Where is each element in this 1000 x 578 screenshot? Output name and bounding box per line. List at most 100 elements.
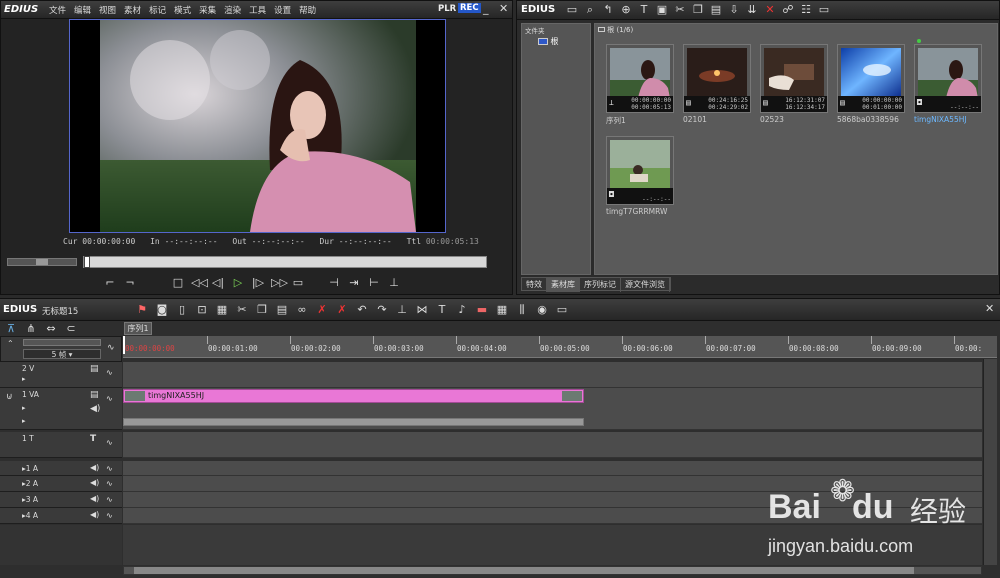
sync-icon[interactable]: ∿ <box>106 479 113 488</box>
menu-capture[interactable]: 采集 <box>199 4 216 16</box>
add-marker-icon[interactable]: ⊥ <box>395 303 409 317</box>
audio-toggle-icon[interactable]: ◀) <box>90 510 99 519</box>
insert-timeline-icon[interactable]: ⇊ <box>745 3 759 17</box>
title-toggle-icon[interactable]: T <box>90 434 96 444</box>
render-icon[interactable]: ▬ <box>475 303 489 317</box>
up-folder-icon[interactable]: ↰ <box>601 3 615 17</box>
menu-help[interactable]: 帮助 <box>299 4 316 16</box>
menu-tools[interactable]: 工具 <box>249 4 266 16</box>
undo-icon[interactable]: ↶ <box>355 303 369 317</box>
plr-button[interactable]: PLR <box>438 4 456 14</box>
sync-icon[interactable]: ∿ <box>106 394 113 403</box>
new-sequence-icon[interactable]: ▯ <box>175 303 189 317</box>
tab-library[interactable]: 素材库 <box>547 278 580 292</box>
track-header-a2[interactable]: ▸2 A ◀) ∿ <box>0 476 122 492</box>
folder-root[interactable]: 根 <box>538 36 590 47</box>
track-header-a4[interactable]: ▸4 A ◀) ∿ <box>0 508 122 524</box>
audio-toggle-icon[interactable]: ◀) <box>90 478 99 487</box>
mixer-icon[interactable]: ⫼ <box>515 303 529 317</box>
audio-toggle-icon[interactable]: ◀) <box>90 463 99 472</box>
cut-icon[interactable]: ✂ <box>235 303 249 317</box>
zoom-slider[interactable] <box>23 339 101 346</box>
audio-toggle-icon[interactable]: ◀) <box>90 404 100 414</box>
menu-settings[interactable]: 设置 <box>274 4 291 16</box>
timeline-clip[interactable]: timgNIXA55HJ <box>123 389 584 403</box>
monitor-icon[interactable]: ▣ <box>655 3 669 17</box>
sync-icon[interactable]: ⇔ <box>44 322 58 336</box>
sync-icon[interactable]: ∿ <box>106 511 113 520</box>
track-lane-t1[interactable] <box>123 432 982 458</box>
fast-forward-icon[interactable]: ▷▷ <box>271 276 288 290</box>
tab-sequence-markers[interactable]: 序列标记 <box>580 278 621 292</box>
track-header-a1[interactable]: ▸1 A ◀) ∿ <box>0 461 122 476</box>
shuttle-slider[interactable] <box>7 258 77 266</box>
collapse-icon[interactable]: ⌃ <box>7 339 14 348</box>
track-arrow-icon[interactable]: ▸ <box>22 404 26 412</box>
clip-thumbnail[interactable]: ▤ 00:24:16:25 00:24:29:02 <box>683 44 751 113</box>
track-header-va1[interactable]: ⊍ 1 VA ▸ ▸ ▤ ◀) ∿ <box>0 388 122 430</box>
paste-icon[interactable]: ▤ <box>709 3 723 17</box>
ripple-delete-icon[interactable]: ✗ <box>335 303 349 317</box>
camera-icon[interactable]: ◙ <box>155 303 169 317</box>
overwrite-icon[interactable]: ⇥ <box>347 276 361 290</box>
menu-file[interactable]: 文件 <box>49 4 66 16</box>
sync-icon[interactable]: ∿ <box>106 438 113 447</box>
track-arrow-icon[interactable]: ▸ <box>22 375 26 383</box>
mic-icon[interactable]: ♪ <box>455 303 469 317</box>
mode-icon[interactable]: ⚑ <box>135 303 149 317</box>
save-icon[interactable]: ▦ <box>215 303 229 317</box>
minimize-icon[interactable]: _ <box>483 2 489 15</box>
link-icon[interactable]: ∞ <box>295 303 309 317</box>
layout-icon[interactable]: ▭ <box>555 303 569 317</box>
properties-icon[interactable]: ☍ <box>781 3 795 17</box>
folder-icon[interactable]: ▭ <box>565 3 579 17</box>
set-in-icon[interactable]: ⌐ <box>103 276 117 290</box>
menu-marker[interactable]: 标记 <box>149 4 166 16</box>
sync-icon[interactable]: ∿ <box>106 368 113 377</box>
menu-edit[interactable]: 编辑 <box>74 4 91 16</box>
track-header-a3[interactable]: ▸3 A ◀) ∿ <box>0 492 122 508</box>
track-lane-va1[interactable]: timgNIXA55HJ <box>123 388 982 430</box>
clip-thumbnail[interactable]: ⊥ 00:00:00:00 00:00:05:13 <box>606 44 674 113</box>
snap-icon[interactable]: ∿ <box>107 343 115 353</box>
track-arrow-icon[interactable]: ▸ <box>22 417 26 425</box>
menu-clip[interactable]: 素材 <box>124 4 141 16</box>
grid-icon[interactable]: ▦ <box>495 303 509 317</box>
stop-icon[interactable]: □ <box>171 276 185 290</box>
clip-thumbnail[interactable]: ◘ --:--:-- <box>914 39 982 113</box>
track-header-t1[interactable]: 1 T T ∿ <box>0 432 122 458</box>
track-lane-v2[interactable] <box>123 362 982 388</box>
add-timeline-icon[interactable]: ⇩ <box>727 3 741 17</box>
title-icon[interactable]: T <box>637 3 651 17</box>
delete-icon[interactable]: ✕ <box>763 3 777 17</box>
export-icon[interactable]: ⊥ <box>387 276 401 290</box>
track-view-icon[interactable]: ⊼ <box>4 322 18 336</box>
video-toggle-icon[interactable]: ▤ <box>90 390 99 400</box>
clip-thumbnail[interactable]: ▤ 00:00:00:00 00:01:00:00 <box>837 44 905 113</box>
copy-icon[interactable]: ❐ <box>255 303 269 317</box>
set-out-icon[interactable]: ¬ <box>123 276 137 290</box>
timeline-close-icon[interactable]: ✕ <box>985 302 994 315</box>
paste-icon[interactable]: ▤ <box>275 303 289 317</box>
audio-clip-placeholder[interactable] <box>123 418 584 426</box>
position-bar[interactable] <box>83 256 487 268</box>
loop-icon[interactable]: ▭ <box>291 276 305 290</box>
zoom-select[interactable]: 5 帧 ▾ <box>23 349 101 359</box>
play-icon[interactable]: ▷ <box>231 276 245 290</box>
shuttle-handle[interactable] <box>36 259 48 265</box>
redo-icon[interactable]: ↷ <box>375 303 389 317</box>
view-icon[interactable]: ☷ <box>799 3 813 17</box>
rec-button[interactable]: REC <box>458 3 481 13</box>
clip-thumbnail[interactable]: ◘ --:--:-- <box>606 136 674 205</box>
insert-icon[interactable]: ⊣ <box>327 276 341 290</box>
open-icon[interactable]: ⊡ <box>195 303 209 317</box>
copy-icon[interactable]: ❐ <box>691 3 705 17</box>
zoom-icon[interactable]: ⊂ <box>64 322 78 336</box>
step-forward-icon[interactable]: |▷ <box>251 276 265 290</box>
rewind-icon[interactable]: ◁◁ <box>191 276 208 290</box>
position-handle[interactable] <box>84 256 90 268</box>
bin-menu-icon[interactable]: ▭ <box>817 3 831 17</box>
step-back-icon[interactable]: ◁| <box>211 276 225 290</box>
tab-source-browser[interactable]: 源文件浏览 <box>621 278 670 292</box>
clip-thumbnail[interactable]: ▤ 16:12:31:07 16:12:34:17 <box>760 44 828 113</box>
